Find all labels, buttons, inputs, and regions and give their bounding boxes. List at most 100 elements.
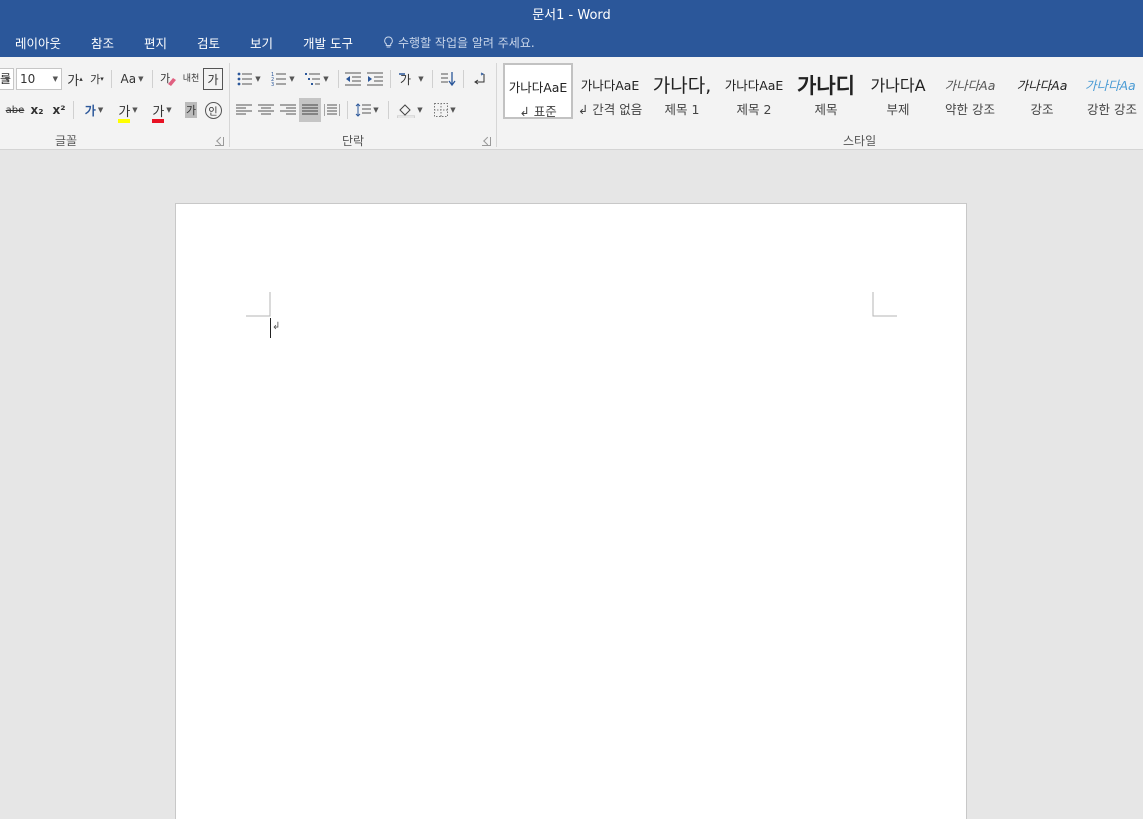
- clear-formatting-button[interactable]: 가: [158, 68, 178, 90]
- style-sample: 가나다AaE: [580, 78, 640, 93]
- chevron-down-icon: ▼: [132, 106, 138, 114]
- style-name: 부제: [886, 102, 910, 117]
- top-left-crop-mark: [246, 292, 271, 317]
- group-separator: [229, 63, 230, 147]
- sort-button[interactable]: [438, 68, 458, 90]
- char-shading-button[interactable]: 가: [181, 100, 201, 120]
- subscript-button[interactable]: x₂: [28, 100, 46, 120]
- style-name: 약한 강조: [945, 102, 995, 117]
- chevron-down-icon: ▼: [166, 106, 172, 114]
- svg-text:가: 가: [160, 72, 170, 85]
- enclose-char-button[interactable]: 가: [203, 68, 223, 90]
- line-spacing-icon: [355, 103, 372, 117]
- align-center-button[interactable]: [256, 99, 276, 121]
- multilevel-list-button[interactable]: ▼: [302, 69, 332, 89]
- separator: [111, 70, 112, 88]
- window-title: 문서1 - Word: [532, 8, 611, 23]
- highlight-color-button[interactable]: 가 ▼: [112, 99, 144, 123]
- separator: [390, 70, 391, 88]
- tab-references[interactable]: 참조: [91, 32, 114, 57]
- highlighter-glyph: 가: [118, 104, 131, 120]
- superscript-icon: x²: [52, 103, 66, 117]
- highlighter-icon: 가: [118, 101, 131, 123]
- justify-button[interactable]: [299, 98, 321, 122]
- superscript-button[interactable]: x²: [50, 100, 68, 120]
- style-sample: 가나다AaE: [724, 78, 784, 93]
- distributed-button[interactable]: [322, 99, 342, 121]
- bullet-list-icon: [237, 72, 253, 86]
- title-bar: 문서1 - Word: [0, 0, 1143, 32]
- paint-bucket-icon: [397, 104, 416, 118]
- chevron-down-icon: ▼: [138, 75, 144, 83]
- bullets-button[interactable]: ▼: [234, 69, 264, 89]
- ribbon-tabs: 레이아웃 참조 편지 검토 보기 개발 도구 수행할 작업을 알려 주세요.: [0, 32, 1143, 57]
- tell-me-search[interactable]: 수행할 작업을 알려 주세요.: [383, 32, 535, 57]
- chevron-down-icon: ▼: [450, 106, 456, 114]
- style-emphasis[interactable]: 가나다Aa 강조: [1007, 63, 1077, 119]
- shrink-font-icon: 가: [90, 73, 101, 86]
- enclose-circle-icon: 인: [204, 101, 222, 119]
- font-size-combo[interactable]: 10 ▼: [16, 68, 62, 90]
- style-normal[interactable]: 가나다AaE ↲ 표준: [503, 63, 573, 119]
- separator: [432, 70, 433, 88]
- document-page[interactable]: [175, 203, 967, 819]
- decrease-indent-button[interactable]: [343, 69, 363, 89]
- style-sample: 가나다AaE: [508, 80, 568, 95]
- numbering-button[interactable]: 1 2 3 ▼: [268, 69, 298, 89]
- paragraph-dialog-launcher-icon[interactable]: [482, 137, 491, 146]
- show-formatting-marks-button[interactable]: [469, 68, 491, 90]
- text-effects-button[interactable]: 가 ▼: [79, 100, 109, 120]
- font-group-label: 글꼴: [55, 134, 78, 148]
- align-left-button[interactable]: [234, 99, 254, 121]
- phonetic-guide-icon: 내천: [182, 73, 200, 84]
- enclose-circle-button[interactable]: 인: [203, 99, 223, 121]
- styles-gallery: 가나다AaE ↲ 표준 가나다AaE ↲ 간격 없음 가나다, 제목 1 가나다…: [500, 63, 1143, 121]
- font-name-combo[interactable]: 를 ▼: [0, 68, 14, 90]
- font-dialog-launcher-icon[interactable]: [215, 137, 224, 146]
- separator: [347, 101, 348, 119]
- style-subtitle[interactable]: 가나다A 부제: [863, 63, 933, 119]
- style-sample: 가나다Aa: [944, 78, 996, 93]
- paragraph-mark-icon: [474, 72, 485, 85]
- enclose-char-icon: 가: [207, 72, 219, 87]
- style-intense-emphasis[interactable]: 가나다Aa 강한 강조: [1079, 63, 1143, 119]
- tab-developer[interactable]: 개발 도구: [303, 32, 353, 57]
- shrink-font-button[interactable]: 가 ▾: [88, 69, 106, 89]
- document-area[interactable]: ↲: [0, 151, 1143, 819]
- tab-mailings[interactable]: 편지: [144, 32, 167, 57]
- char-shading-icon: 가: [184, 102, 198, 118]
- text-effects-icon: 가: [84, 103, 96, 118]
- grow-font-button[interactable]: 가 ▴: [66, 69, 84, 89]
- align-right-button[interactable]: [278, 99, 298, 121]
- paragraph-mark: ↲: [272, 321, 281, 332]
- borders-button[interactable]: ▼: [429, 99, 461, 121]
- style-heading-2[interactable]: 가나다AaE 제목 2: [719, 63, 789, 119]
- tab-layout[interactable]: 레이아웃: [15, 32, 61, 57]
- tab-view[interactable]: 보기: [250, 32, 273, 57]
- style-sample: 가나다,: [652, 75, 712, 97]
- grow-font-icon: 가: [67, 73, 80, 89]
- down-arrow-icon: ▾: [100, 75, 104, 83]
- asian-layout-button[interactable]: 가 ▼: [396, 68, 426, 90]
- align-left-icon: [236, 104, 252, 115]
- increase-indent-button[interactable]: [365, 69, 385, 89]
- tab-review[interactable]: 검토: [197, 32, 220, 57]
- subscript-icon: x₂: [30, 103, 44, 117]
- style-name: ↲ 표준: [519, 104, 557, 119]
- chevron-down-icon: ▼: [4, 75, 10, 83]
- increase-indent-icon: [367, 72, 383, 86]
- tell-me-placeholder: 수행할 작업을 알려 주세요.: [398, 36, 535, 50]
- style-title[interactable]: 가나디 제목: [791, 63, 861, 119]
- justify-icon: [302, 104, 318, 115]
- strikethrough-button[interactable]: abe: [4, 100, 26, 120]
- change-case-button[interactable]: Aa ▼: [117, 69, 147, 89]
- font-color-button[interactable]: 가 ▼: [146, 99, 178, 123]
- style-heading-1[interactable]: 가나다, 제목 1: [647, 63, 717, 119]
- phonetic-guide-button[interactable]: 내천: [181, 68, 201, 90]
- styles-group-label: 스타일: [843, 134, 877, 148]
- line-spacing-button[interactable]: ▼: [352, 99, 382, 121]
- style-subtle-emphasis[interactable]: 가나다Aa 약한 강조: [935, 63, 1005, 119]
- style-no-spacing[interactable]: 가나다AaE ↲ 간격 없음: [575, 63, 645, 119]
- shading-button[interactable]: ▼: [393, 99, 427, 121]
- multilevel-list-icon: [305, 73, 321, 85]
